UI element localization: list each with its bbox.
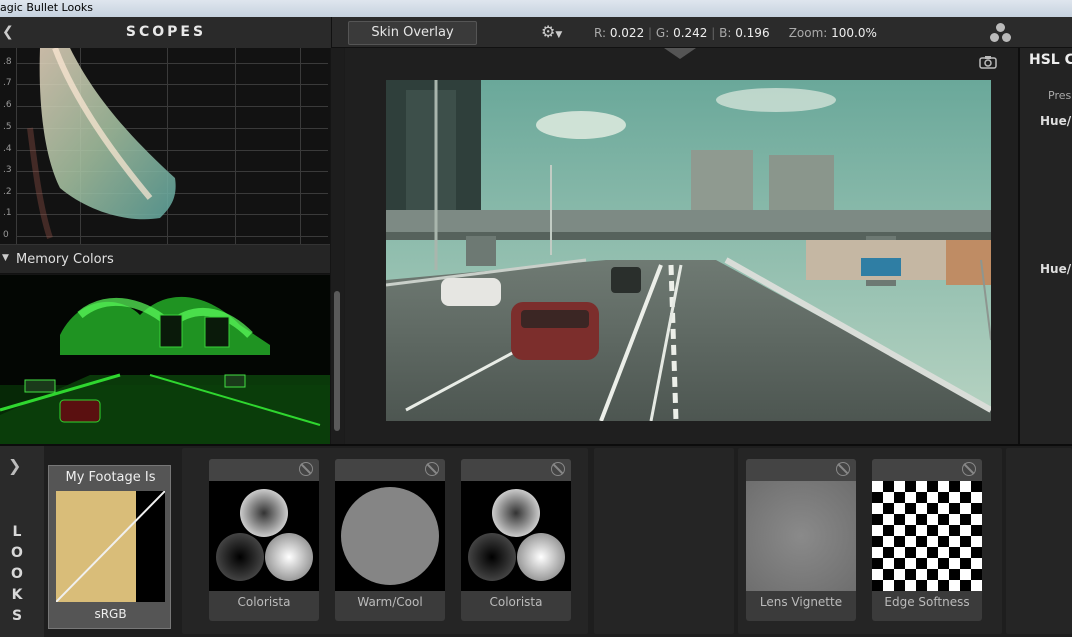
scopes-scrollbar-thumb[interactable] (334, 291, 340, 431)
tool-label: Colorista (237, 595, 291, 609)
zoom-label: Zoom: (788, 26, 828, 40)
window-title: agic Bullet Looks (0, 1, 94, 14)
chevron-right-icon[interactable]: ❯ (8, 456, 21, 475)
looks-group-4 (1006, 448, 1072, 634)
tool-label: Colorista (489, 595, 543, 609)
memory-colors-label: Memory Colors (16, 252, 114, 267)
zoom-value: 100.0% (831, 26, 877, 40)
gear-icon[interactable]: ⚙▼ (541, 22, 562, 41)
tool-lens-vignette[interactable]: Lens Vignette (746, 459, 856, 621)
footage-colorspace-label: sRGB (94, 607, 127, 621)
tool-header (746, 459, 856, 481)
looks-letter: O (11, 545, 23, 561)
looks-letter: L (12, 524, 22, 540)
lens-vignette-thumbnail (746, 481, 856, 591)
scopes-panel: .8 .7 .6 .5 .4 .3 .2 .1 0 ▼ Memory Color… (0, 48, 344, 444)
footage-title: My Footage Is (65, 470, 156, 485)
warm-cool-thumbnail (335, 481, 445, 591)
g-value: 0.242 (673, 26, 708, 40)
hue-saturation-scatter (27, 48, 176, 239)
b-label: B: (719, 26, 732, 40)
scope-plot: .8 .7 .6 .5 .4 .3 .2 .1 0 (0, 48, 330, 244)
my-footage-is-tile[interactable]: My Footage Is sRGB (48, 465, 171, 629)
pixel-readout: R: 0.022 | G: 0.242 | B: 0.196 Zoom: 100… (594, 26, 877, 40)
memory-colors-image (0, 275, 330, 444)
image-viewer[interactable] (345, 48, 1018, 444)
window-title-bar: agic Bullet Looks (0, 0, 1072, 17)
looks-letter: K (11, 587, 23, 603)
hue-saturation-label: Hue/S (1040, 114, 1072, 128)
footage-curve-graph (56, 491, 165, 602)
disable-icon[interactable] (299, 462, 313, 476)
memory-colors-preview (0, 275, 330, 444)
tool-header (209, 459, 319, 481)
viewer-notch-icon[interactable] (664, 48, 696, 59)
looks-letter: S (11, 608, 23, 624)
tool-label: Edge Softness (884, 595, 970, 609)
camera-icon[interactable] (979, 55, 997, 69)
scopes-scrollbar[interactable] (331, 48, 344, 444)
colorista-wheels-thumbnail (209, 481, 319, 591)
r-label: R: (594, 26, 607, 40)
magic-bullet-looks-window: agic Bullet Looks ❮ SCOPES .8 .7 .6 .5 .… (0, 0, 1072, 637)
edge-softness-thumbnail (872, 481, 982, 591)
disable-icon[interactable] (425, 462, 439, 476)
looks-sidebar-tab[interactable]: ❯ L O O K S (0, 446, 44, 637)
scopes-title: SCOPES (125, 24, 207, 40)
b-value: 0.196 (735, 26, 770, 40)
disable-icon[interactable] (551, 462, 565, 476)
tool-colorista-2[interactable]: Colorista (461, 459, 571, 621)
looks-group-2 (594, 448, 734, 634)
tool-label: Warm/Cool (357, 595, 423, 609)
nodes-icon[interactable] (988, 22, 1014, 44)
tool-header (335, 459, 445, 481)
preset-label: Pres (1048, 89, 1072, 102)
memory-colors-header[interactable]: ▼ Memory Colors (0, 244, 330, 274)
tool-warm-cool[interactable]: Warm/Cool (335, 459, 445, 621)
triangle-down-icon[interactable]: ▼ (2, 253, 9, 263)
scopes-header: ❮ SCOPES (0, 17, 332, 48)
hsl-panel-title: HSL C (1029, 52, 1072, 68)
skin-overlay-button[interactable]: Skin Overlay (348, 21, 477, 45)
hue-luminance-label: Hue/L (1040, 262, 1072, 276)
tool-colorista-1[interactable]: Colorista (209, 459, 319, 621)
footage-preview[interactable] (386, 80, 991, 421)
tool-edge-softness[interactable]: Edge Softness (872, 459, 982, 621)
tool-header (461, 459, 571, 481)
tool-label: Lens Vignette (759, 595, 843, 609)
looks-letter: O (11, 566, 23, 582)
tool-header (872, 459, 982, 481)
r-value: 0.022 (609, 26, 645, 40)
g-label: G: (655, 26, 670, 40)
disable-icon[interactable] (962, 462, 976, 476)
road-scene-image (386, 80, 991, 421)
disable-icon[interactable] (836, 462, 850, 476)
colorista-wheels-thumbnail (461, 481, 571, 591)
hsl-panel (1018, 48, 1072, 444)
viewer-toolbar: Skin Overlay ⚙▼ R: 0.022 | G: 0.242 | B:… (345, 17, 1020, 48)
